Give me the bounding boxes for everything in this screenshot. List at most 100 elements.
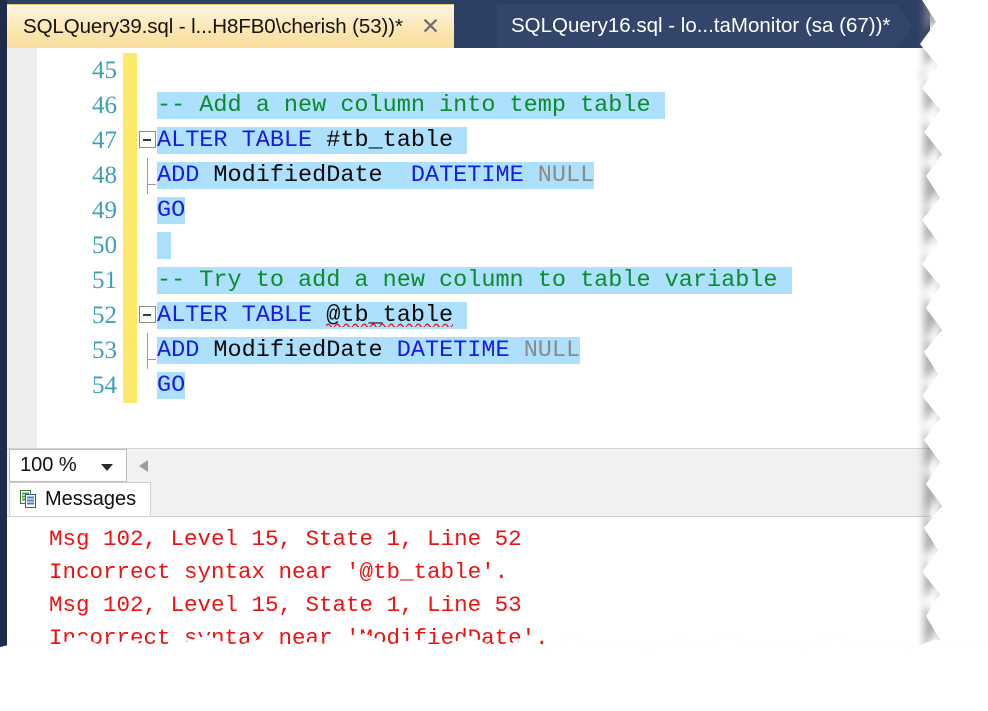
code-token: GO [157,372,186,399]
message-line: Incorrect syntax near 'ModifiedDate'. [49,625,549,651]
editor-tab-strip: SQLQuery39.sql - l...H8FB0\cherish (53))… [7,0,930,48]
message-line: Msg 102, Level 15, State 1, Line 53 [49,592,522,618]
zoom-level-dropdown[interactable]: 100 % [9,449,127,482]
code-token: #tb_table [326,127,454,154]
change-bar [123,263,137,298]
tab-messages-label: Messages [45,487,137,510]
code-line[interactable]: 52 ALTER TABLE @tb_table [7,298,930,333]
message-line: Incorrect syntax near '@tb_table'. [49,559,509,585]
change-bar [123,368,137,403]
outline-column[interactable] [137,88,157,123]
outline-column[interactable] [137,298,157,333]
line-number: 52 [92,302,117,329]
code-token: ModifiedDate [213,337,397,364]
code-line-text[interactable]: ALTER TABLE #tb_table [157,123,468,158]
code-token: ADD [157,337,214,364]
line-number: 48 [92,162,117,189]
outline-column[interactable] [137,158,157,228]
code-token: NULL [523,337,581,364]
selection-highlight: ADD ModifiedDate DATETIME NULL [157,337,581,364]
outline-column[interactable] [137,228,157,263]
fold-guide-end [146,158,154,194]
change-bar [123,88,137,123]
line-number: 51 [92,267,117,294]
chevron-down-icon[interactable] [101,464,113,471]
selection-highlight: ALTER TABLE #tb_table [157,127,468,154]
code-line[interactable]: 53 ADD ModifiedDate DATETIME NULL [7,333,930,368]
zoom-level-value: 100 % [20,454,77,476]
screenshot-root: SQLQuery39.sql - l...H8FB0\cherish (53))… [0,0,988,711]
line-number: 53 [92,337,117,364]
tab-title-sqlquery39: SQLQuery39.sql - l...H8FB0\cherish (53))… [23,14,403,38]
change-bar [123,228,137,263]
code-line-text[interactable]: GO [157,368,186,403]
fold-guide-end [146,333,154,369]
code-token: DATETIME [396,337,524,364]
results-pane: Messages Msg 102, Level 15, State 1, Lin… [7,482,930,668]
code-line[interactable]: 54 GO [7,333,930,403]
outline-column[interactable] [137,123,157,158]
line-number: 45 [92,57,117,84]
message-line: Msg 102, Level 15, State 1, Line 52 [49,526,522,552]
outline-column[interactable] [137,333,157,403]
code-line[interactable]: 48 ADD ModifiedDate DATETIME NULL [7,158,930,193]
messages-output[interactable]: Msg 102, Level 15, State 1, Line 52 Incor… [7,517,930,668]
outline-column[interactable] [137,53,157,88]
code-token: GO [157,197,186,224]
code-line-list: 45 46 -- Add a new column into temp table … [7,53,930,403]
code-line-text[interactable]: -- Try to add a new column to table vari… [157,263,792,298]
messages-grid-icon [20,490,37,508]
selection-highlight: ALTER TABLE @tb_table [157,302,468,329]
change-bar [123,333,137,368]
code-line[interactable]: 45 [7,53,930,88]
code-token: ModifiedDate [213,162,397,189]
outline-column[interactable] [137,263,157,298]
code-line[interactable]: 50 [7,228,930,263]
change-bar [123,298,137,333]
selection-highlight: -- Try to add a new column to table vari… [157,267,792,294]
code-line[interactable]: 51 -- Try to add a new column to table va… [7,263,930,298]
selection-highlight: GO [157,197,186,224]
code-line-text[interactable]: ALTER TABLE @tb_table [157,298,468,333]
code-token: ADD [157,162,214,189]
code-line-text[interactable]: ADD ModifiedDate DATETIME NULL [157,158,595,193]
close-icon[interactable]: ✕ [421,15,440,38]
line-number: 49 [92,197,117,224]
code-editor[interactable]: 45 46 -- Add a new column into temp table … [7,48,930,448]
line-number: 54 [92,372,117,399]
change-bar [123,53,137,88]
code-token: DATETIME [396,162,538,189]
selection-highlight [157,232,172,259]
tab-title-sqlquery16: SQLQuery16.sql - lo...taMonitor (sa (67)… [511,14,891,37]
code-line[interactable]: 49 GO [7,158,930,228]
code-token: ALTER TABLE [157,302,327,329]
line-number: 46 [92,92,117,119]
code-line-text[interactable] [157,228,172,263]
triangle-left-icon[interactable] [139,460,148,472]
code-token: ALTER TABLE [157,127,327,154]
code-line[interactable]: 46 -- Add a new column into temp table [7,88,930,123]
code-token: -- Add a new column into temp table [157,92,665,119]
fold-collapse-icon[interactable] [139,306,156,323]
tab-sqlquery16[interactable]: SQLQuery16.sql - lo...taMonitor (sa (67)… [497,4,912,48]
window-left-border [0,0,7,668]
fold-collapse-icon[interactable] [139,131,156,148]
code-line-text[interactable]: GO [157,193,186,228]
change-bar [123,123,137,158]
code-token: NULL [537,162,595,189]
ssms-window: SQLQuery39.sql - l...H8FB0\cherish (53))… [0,0,930,668]
tab-sqlquery39[interactable]: SQLQuery39.sql - l...H8FB0\cherish (53))… [7,4,455,48]
code-line-text[interactable]: -- Add a new column into temp table [157,88,665,123]
results-tab-row: Messages [7,482,930,517]
selection-highlight: ADD ModifiedDate DATETIME NULL [157,162,595,189]
editor-status-bar: 100 % [7,448,930,483]
line-number: 50 [92,232,117,259]
change-bar [123,193,137,228]
code-line[interactable]: 47 ALTER TABLE #tb_table [7,123,930,158]
tab-messages[interactable]: Messages [9,482,152,516]
line-number: 47 [92,127,117,154]
code-token: -- Try to add a new column to table vari… [157,267,792,294]
code-line-text[interactable]: ADD ModifiedDate DATETIME NULL [157,333,581,368]
